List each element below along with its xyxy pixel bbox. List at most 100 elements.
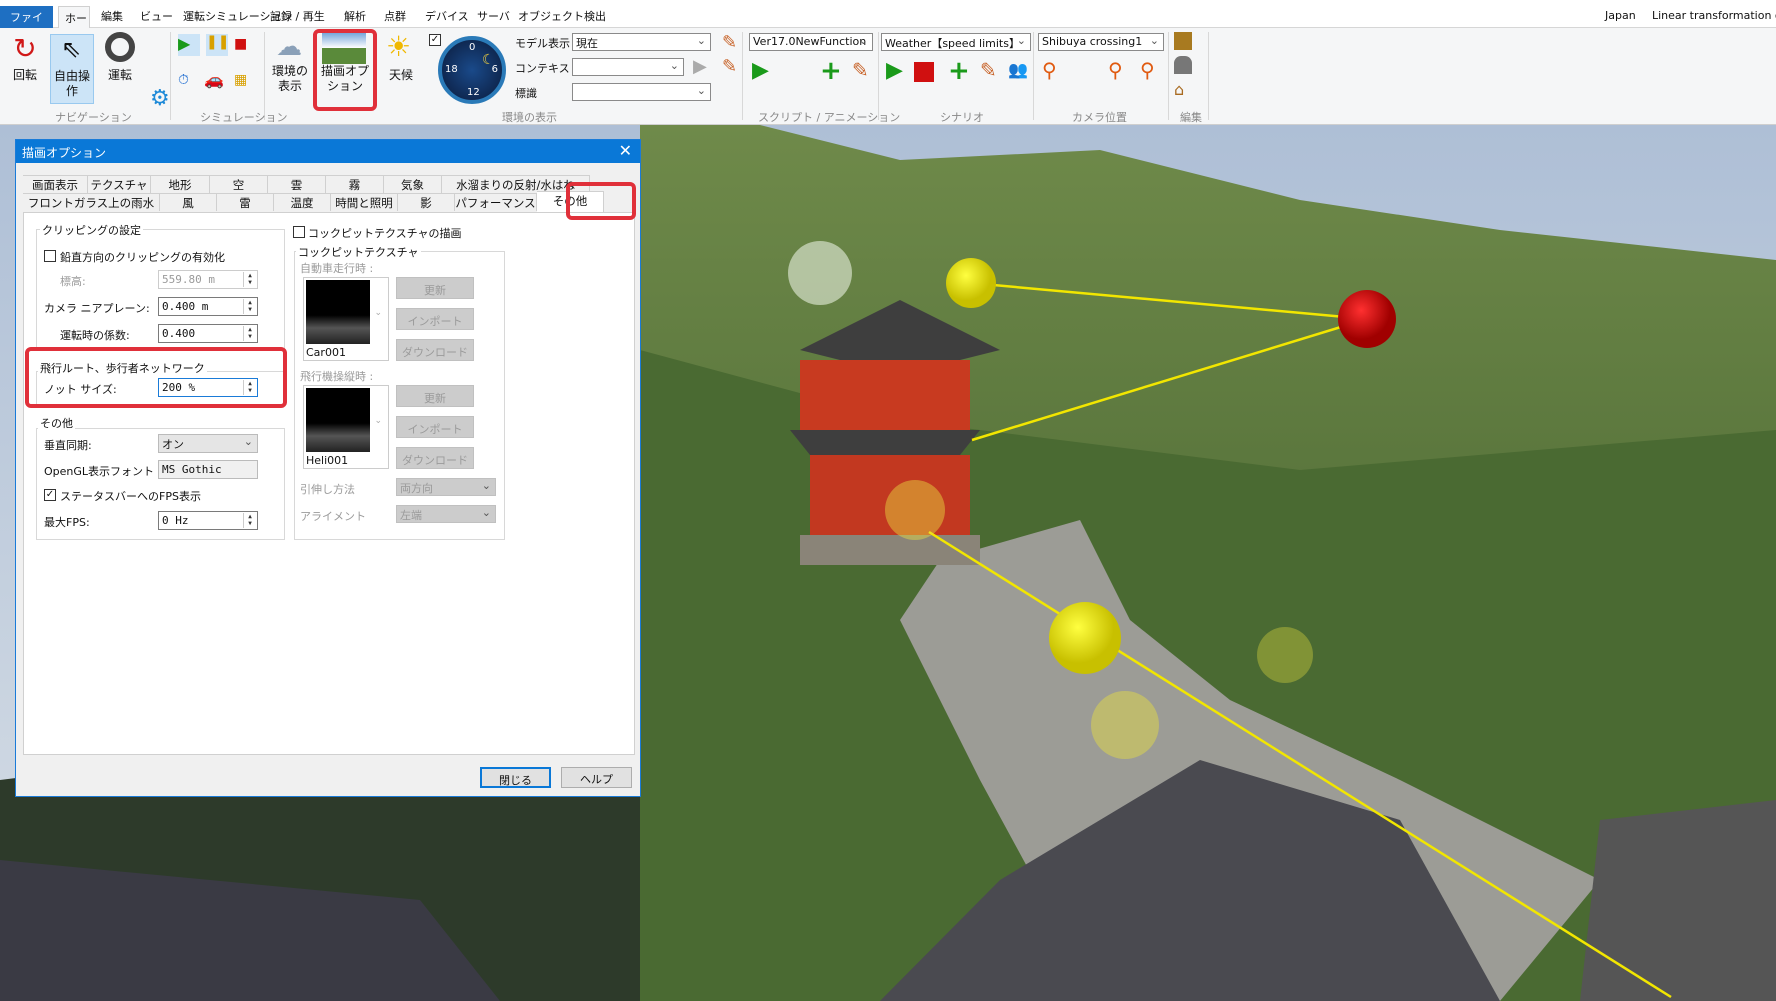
sign-select[interactable]: ⌄ xyxy=(572,83,711,101)
edit-model-pencil-icon[interactable]: ✎ xyxy=(722,32,737,53)
near-plane-input[interactable]: 0.400 m ▲ ▼ xyxy=(158,297,258,316)
tab-1-2[interactable]: 地形 xyxy=(151,175,210,193)
scenario-edit-icon[interactable]: ✎ xyxy=(980,58,997,82)
menu-file[interactable]: ファイル xyxy=(0,6,53,40)
camera-add-pin-icon[interactable]: ⚲ xyxy=(1108,58,1123,82)
car-texture-select[interactable]: Car001 ⌄ xyxy=(303,277,389,361)
menu-analysis[interactable]: 解析 xyxy=(344,8,366,24)
alignment-select[interactable]: 左端 ⌄ xyxy=(396,505,496,523)
sim-play-icon[interactable]: ▶ xyxy=(178,34,200,56)
camera-save-pin-icon[interactable]: ⚲ xyxy=(1042,58,1057,82)
tab-2-2[interactable]: 雷 xyxy=(217,193,274,211)
settings-gear-icon[interactable]: ⚙ xyxy=(150,86,170,111)
sim-stop-icon[interactable]: ■ xyxy=(234,36,247,52)
tab-1-3[interactable]: 空 xyxy=(210,175,268,193)
scenario-stop-icon[interactable] xyxy=(914,62,934,82)
plane-import-button[interactable]: インポート xyxy=(396,416,474,438)
sim-pause-icon[interactable]: ❚❚ xyxy=(206,34,229,56)
tab-2-4[interactable]: 時間と照明 xyxy=(331,193,398,211)
drive-factor-input[interactable]: 0.400 ▲ ▼ xyxy=(158,324,258,343)
menu-device[interactable]: デバイス xyxy=(425,8,469,24)
pedestrian-node[interactable] xyxy=(885,480,945,540)
tab-1-4[interactable]: 雲 xyxy=(268,175,326,193)
dialog-title-bar[interactable]: 描画オプション ✕ xyxy=(16,140,640,163)
weather-button[interactable]: 天候 xyxy=(383,68,419,83)
menu-home[interactable]: ホーム xyxy=(58,6,90,41)
free-operation-button[interactable]: ⇖ 自由操作 xyxy=(50,34,94,104)
camera-edit-pin-icon[interactable]: ⚲ xyxy=(1140,58,1155,82)
tab-2-1[interactable]: 風 xyxy=(160,193,217,211)
menu-edit[interactable]: 編集 xyxy=(101,8,123,24)
menu-object-detect[interactable]: オブジェクト検出 xyxy=(518,8,606,24)
sim-timer-icon[interactable]: ⏱ xyxy=(178,72,189,88)
help-button[interactable]: ヘルプ xyxy=(561,767,632,788)
environment-display-button[interactable]: 環境の表示 xyxy=(268,64,312,94)
sim-cars-icon[interactable]: 🚗 xyxy=(204,70,224,89)
script-edit-icon[interactable]: ✎ xyxy=(852,58,869,82)
road-icon[interactable] xyxy=(1174,56,1192,74)
route-node[interactable] xyxy=(946,258,996,308)
fps-status-checkbox[interactable]: ✓ xyxy=(44,489,56,501)
model-display-select[interactable]: 現在 ⌄ xyxy=(572,33,711,51)
scenario-add-icon[interactable]: + xyxy=(948,56,970,86)
stretch-select[interactable]: 両方向 ⌄ xyxy=(396,478,496,496)
route-node[interactable] xyxy=(1049,602,1121,674)
tab-2-5[interactable]: 影 xyxy=(398,193,455,211)
pedestrian-node[interactable] xyxy=(1257,627,1313,683)
region-label: Japan xyxy=(1605,9,1636,22)
add-building-icon[interactable]: ⌂ xyxy=(1174,80,1184,99)
tab-2-3[interactable]: 温度 xyxy=(274,193,331,211)
sim-save-icon[interactable]: ▦ xyxy=(234,72,247,88)
menu-server[interactable]: サーバ xyxy=(477,8,510,24)
tab-2-0[interactable]: フロントガラス上の雨水 xyxy=(23,193,160,211)
pedestrian-node[interactable] xyxy=(1091,691,1159,759)
tab-1-5[interactable]: 霧 xyxy=(326,175,384,193)
scenario-play-icon[interactable]: ▶ xyxy=(886,58,903,83)
dialog-title: 描画オプション xyxy=(22,146,107,160)
clock-checkbox[interactable]: ✓ xyxy=(429,34,441,46)
car-download-button[interactable]: ダウンロード xyxy=(396,339,474,361)
tab-1-6[interactable]: 気象 xyxy=(384,175,442,193)
close-button[interactable]: 閉じる xyxy=(480,767,551,788)
vertical-clip-checkbox[interactable] xyxy=(44,250,56,262)
terrain-grid-icon[interactable] xyxy=(1174,32,1192,50)
route-node-selected[interactable] xyxy=(1338,290,1396,348)
menu-pointcloud[interactable]: 点群 xyxy=(384,8,406,24)
camera-position-select[interactable]: Shibuya crossing1 ⌄ xyxy=(1038,33,1164,51)
opengl-font-input[interactable]: MS Gothic xyxy=(158,460,258,479)
plane-update-button[interactable]: 更新 xyxy=(396,385,474,407)
context-select[interactable]: ⌄ xyxy=(572,58,684,76)
highlight-other-tab xyxy=(566,182,636,220)
tab-1-0[interactable]: 画面表示 xyxy=(23,175,88,193)
rotate-button[interactable]: 回転 xyxy=(6,68,44,83)
cockpit-draw-checkbox[interactable] xyxy=(293,226,305,238)
car-import-button[interactable]: インポート xyxy=(396,308,474,330)
plane-texture-select[interactable]: Heli001 ⌄ xyxy=(303,385,389,469)
drive-factor-label: 運転時の係数: xyxy=(60,329,130,342)
elevation-input[interactable]: 559.80 m ▲ ▼ xyxy=(158,270,258,289)
tab-1-1[interactable]: テクスチャ xyxy=(88,175,151,193)
menu-record[interactable]: 記録 / 再生 xyxy=(270,8,325,24)
plane-download-button[interactable]: ダウンロード xyxy=(396,447,474,469)
other-group-title: その他 xyxy=(38,415,75,431)
time-of-day-clock[interactable]: 0 18 6 12 ☾ xyxy=(438,36,506,104)
max-fps-input[interactable]: 0 Hz ▲ ▼ xyxy=(158,511,258,530)
play-context-icon[interactable]: ▶ xyxy=(693,56,707,77)
script-add-icon[interactable]: + xyxy=(820,56,842,86)
drive-button[interactable]: 運転 xyxy=(100,68,140,83)
group-simulation: シミュレーション xyxy=(200,111,288,124)
car-update-button[interactable]: 更新 xyxy=(396,277,474,299)
clipping-group-title: クリッピングの設定 xyxy=(40,222,143,238)
scenario-select[interactable]: Weather【speed limits】 ⌄ xyxy=(881,33,1031,51)
menu-view[interactable]: ビュー xyxy=(140,8,173,24)
script-select[interactable]: Ver17.0NewFunction ⌄ xyxy=(749,33,873,51)
sign-label: 標識 xyxy=(515,87,537,100)
pedestrian-node[interactable] xyxy=(788,241,852,305)
close-icon[interactable]: ✕ xyxy=(619,141,632,160)
script-play-icon[interactable]: ▶ xyxy=(752,58,769,83)
scenario-people-icon[interactable]: 👥 xyxy=(1008,60,1028,79)
edit-context-pencil-icon[interactable]: ✎ xyxy=(722,56,737,77)
tab-2-6[interactable]: パフォーマンス xyxy=(455,193,537,211)
vsync-select[interactable]: オン ⌄ xyxy=(158,434,258,453)
menu-bar: ファイル ホーム 編集 ビュー 運転シミュレーション 記録 / 再生 解析 点群… xyxy=(0,0,1776,41)
